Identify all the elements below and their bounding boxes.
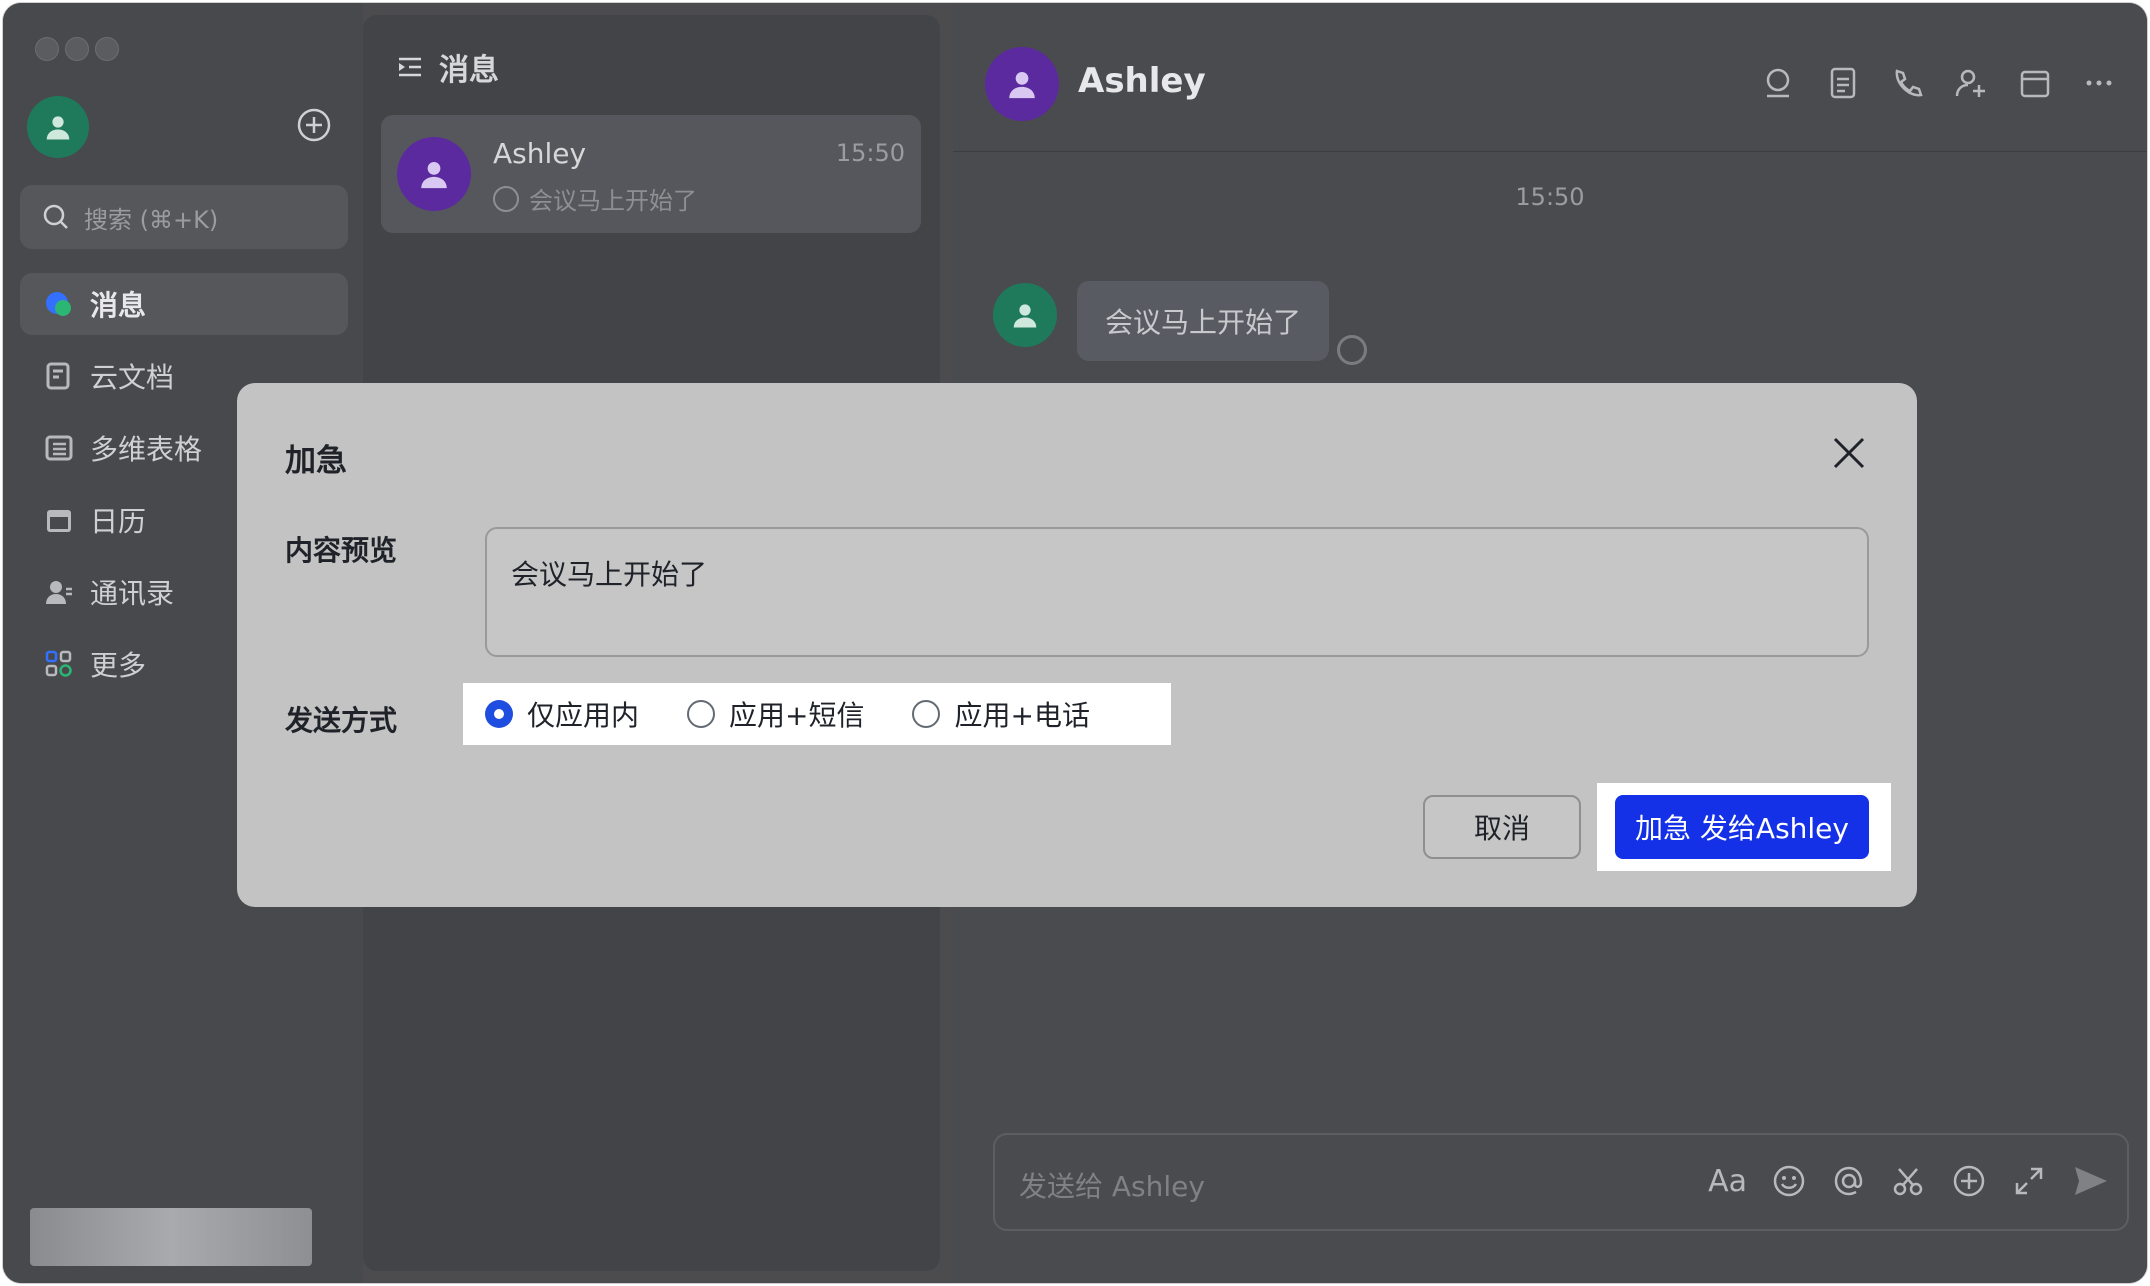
radio-app-sms[interactable]: 应用+短信 <box>687 694 890 734</box>
sidebar-item-label: 多维表格 <box>90 433 203 466</box>
search-input[interactable]: 搜索 (⌘+K) <box>20 185 348 249</box>
urgent-dialog: 加急 内容预览 会议马上开始了 发送方式 仅应用内 应用+短信 应用+电话 取消… <box>237 383 1917 907</box>
add-circle-icon[interactable] <box>296 107 332 143</box>
chat-name: Ashley <box>493 137 587 170</box>
format-text-icon[interactable]: Aa <box>1708 1164 1747 1199</box>
message-composer[interactable]: 发送给 Ashley Aa <box>993 1133 2129 1231</box>
radio-unselected-icon <box>687 700 716 728</box>
emoji-icon[interactable] <box>1771 1163 1807 1199</box>
calendar-icon <box>47 510 71 532</box>
sender-avatar[interactable] <box>993 283 1057 347</box>
person-icon <box>421 161 447 189</box>
expand-icon[interactable] <box>2011 1163 2047 1199</box>
minimize-window-button[interactable] <box>65 37 89 61</box>
more-options-icon[interactable] <box>2081 65 2117 101</box>
send-method-label: 发送方式 <box>285 704 398 737</box>
message-timestamp: 15:50 <box>1515 183 1585 211</box>
avatar[interactable] <box>985 47 1059 121</box>
radio-app-phone[interactable]: 应用+电话 <box>912 694 1115 734</box>
sidebar-item-messages[interactable]: 消息 <box>20 273 348 335</box>
urgent-send-button[interactable]: 加急 发给Ashley <box>1615 795 1869 859</box>
blurred-region <box>30 1208 312 1266</box>
dialog-title: 加急 <box>285 443 347 479</box>
profile-avatar[interactable] <box>27 96 89 158</box>
chat-header-toolbar <box>1761 65 2117 101</box>
radio-unselected-icon <box>912 700 941 728</box>
add-attachment-icon[interactable] <box>1951 1163 1987 1199</box>
docs-icon <box>46 362 70 390</box>
chat-list-header: 消息 <box>395 45 499 89</box>
base-icon <box>45 435 73 461</box>
close-window-button[interactable] <box>35 37 59 61</box>
radio-label: 应用+短信 <box>729 699 865 732</box>
chat-list-title: 消息 <box>439 53 499 88</box>
cancel-button[interactable]: 取消 <box>1423 795 1581 859</box>
sidebar-item-label: 云文档 <box>90 361 175 394</box>
radio-label: 应用+电话 <box>954 699 1090 732</box>
person-icon <box>1009 71 1035 99</box>
radio-selected-icon <box>485 700 513 728</box>
mention-icon[interactable] <box>1831 1163 1867 1199</box>
radio-label: 仅应用内 <box>527 699 640 732</box>
collapse-list-icon[interactable] <box>395 52 425 82</box>
document-icon[interactable] <box>1825 65 1861 101</box>
content-preview-box: 会议马上开始了 <box>485 527 1869 657</box>
messages-icon <box>46 292 71 316</box>
contacts-icon <box>46 581 72 604</box>
chat-preview-text: 会议马上开始了 <box>529 187 697 215</box>
send-icon[interactable] <box>2071 1163 2107 1199</box>
chat-list-item[interactable]: Ashley 15:50 会议马上开始了 <box>381 115 921 233</box>
radio-in-app-only[interactable]: 仅应用内 <box>485 694 665 734</box>
sidebar-item-label: 更多 <box>90 649 147 682</box>
chat-preview: 会议马上开始了 <box>493 181 697 216</box>
person-icon <box>1013 304 1037 328</box>
send-method-options: 仅应用内 应用+短信 应用+电话 <box>463 683 1171 745</box>
content-preview-text: 会议马上开始了 <box>511 558 708 591</box>
composer-placeholder: 发送给 Ashley <box>1019 1170 1205 1203</box>
chat-header: Ashley <box>953 3 2147 152</box>
sidebar-item-label: 通讯录 <box>90 577 175 610</box>
close-icon[interactable] <box>1829 433 1869 473</box>
search-icon <box>43 204 68 229</box>
unread-status-icon <box>493 185 519 212</box>
chat-title[interactable]: Ashley <box>1078 61 1206 101</box>
sidebar-item-label: 日历 <box>90 505 147 538</box>
add-member-icon[interactable] <box>1953 65 1989 101</box>
zoom-window-button[interactable] <box>95 37 119 61</box>
message-bubble[interactable]: 会议马上开始了 <box>1077 281 1330 361</box>
sidebar-item-label: 消息 <box>90 289 147 322</box>
composer-toolbar: Aa <box>1708 1163 2107 1199</box>
chat-time: 15:50 <box>835 139 905 167</box>
more-apps-icon <box>45 650 72 677</box>
phone-call-icon[interactable] <box>1889 65 1925 101</box>
calendar-icon[interactable] <box>2017 65 2053 101</box>
avatar <box>397 137 471 211</box>
search-chat-icon[interactable] <box>1761 65 1797 101</box>
screenshot-icon[interactable] <box>1891 1163 1927 1199</box>
app-window: 搜索 (⌘+K) 消息 云文档 多维表格 日历 通讯录 更多 消息 Ashley… <box>3 3 2147 1283</box>
read-status-icon <box>1337 335 1367 365</box>
search-placeholder: 搜索 (⌘+K) <box>84 205 219 234</box>
preview-label: 内容预览 <box>285 534 398 567</box>
person-icon <box>46 116 70 140</box>
